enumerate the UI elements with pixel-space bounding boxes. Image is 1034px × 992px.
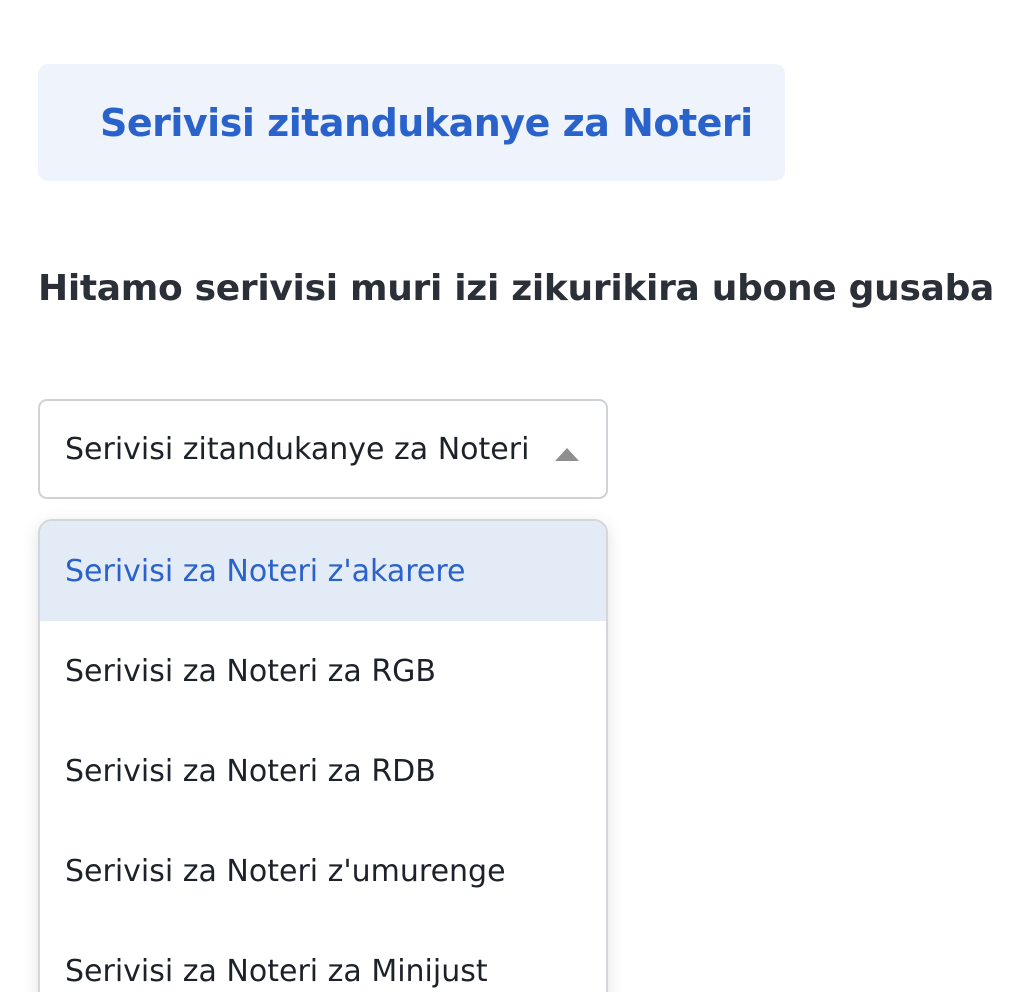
service-select-value: Serivisi zitandukanye za Noteri [65,431,530,467]
service-dropdown-menu: Serivisi za Noteri z'akarere Serivisi za… [38,519,608,992]
caret-up-icon[interactable] [555,448,579,461]
dropdown-option-rgb[interactable]: Serivisi za Noteri za RGB [40,621,606,721]
dropdown-option-minijust[interactable]: Serivisi za Noteri za Minijust [40,921,606,992]
service-select[interactable]: Serivisi zitandukanye za Noteri [38,399,608,499]
dropdown-option-akarere[interactable]: Serivisi za Noteri z'akarere [40,521,606,621]
page: Serivisi zitandukanye za Noteri Hitamo s… [0,0,1034,992]
service-category-banner: Serivisi zitandukanye za Noteri [38,64,785,181]
banner-title: Serivisi zitandukanye za Noteri [100,100,753,145]
page-heading: Hitamo serivisi muri izi zikurikira ubon… [38,268,995,309]
dropdown-option-rdb[interactable]: Serivisi za Noteri za RDB [40,721,606,821]
dropdown-option-umurenge[interactable]: Serivisi za Noteri z'umurenge [40,821,606,921]
